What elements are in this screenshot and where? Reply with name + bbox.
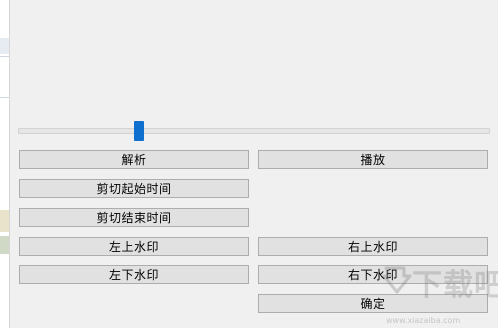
watermark-url-text: www.xiazaiba.com [386,316,461,325]
top-left-watermark-button[interactable]: 左上水印 [19,237,249,256]
cut-start-time-button[interactable]: 剪切起始时间 [19,179,249,198]
slider-track[interactable] [18,128,490,134]
video-position-slider[interactable] [18,121,490,141]
bottom-right-watermark-button[interactable]: 右下水印 [258,265,488,284]
play-button[interactable]: 播放 [258,150,488,169]
background-window-fragment [0,236,9,254]
background-window-fragment [0,210,9,232]
parse-button[interactable]: 解析 [19,150,249,169]
bottom-left-watermark-button[interactable]: 左下水印 [19,265,249,284]
top-right-watermark-button[interactable]: 右上水印 [258,237,488,256]
watermark-tool-window: 解析 播放 剪切起始时间 剪切结束时间 左上水印 右上水印 左下水印 右下水印 … [0,0,498,328]
cut-end-time-button[interactable]: 剪切结束时间 [19,208,249,227]
background-window-fragment [0,38,9,54]
background-window-fragment [0,288,9,328]
background-window-fragment [0,56,9,98]
slider-thumb[interactable] [134,121,144,141]
confirm-button[interactable]: 确定 [258,294,488,313]
background-window-edge [0,0,10,328]
